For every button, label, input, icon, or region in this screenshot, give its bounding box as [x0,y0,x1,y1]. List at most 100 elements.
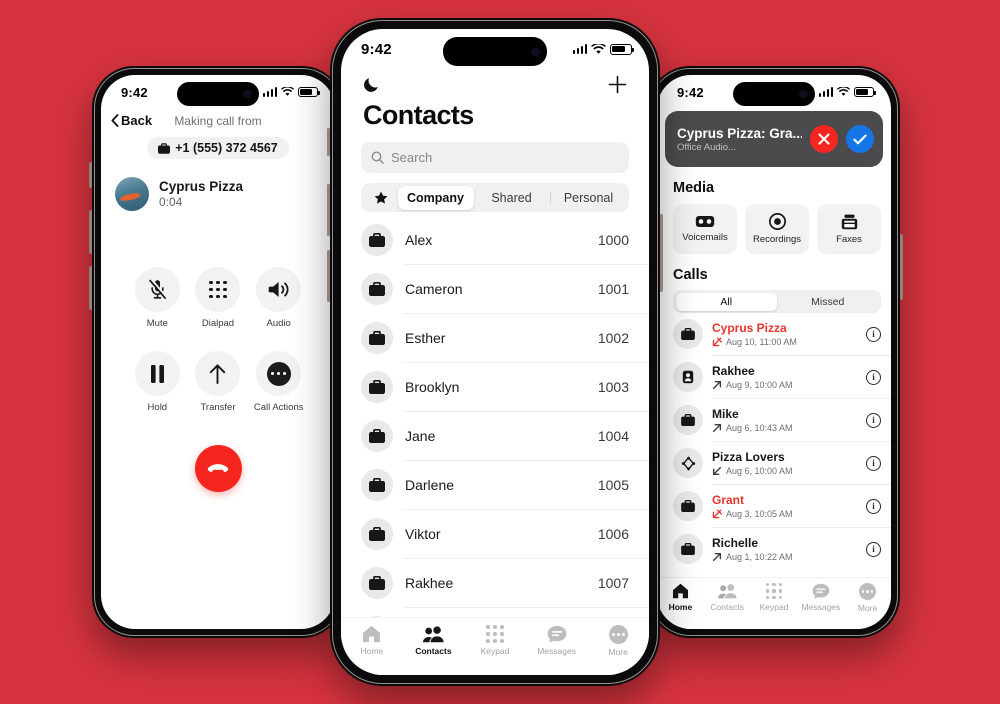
volume-up-button[interactable] [89,210,92,254]
caller-id-pill[interactable]: +1 (555) 372 4567 [147,137,289,159]
tab-more[interactable]: More [587,625,649,657]
faxes-button[interactable]: Faxes [817,204,881,254]
contact-list-item[interactable]: Cameron 1001 [341,265,649,313]
calls-list: Cyprus Pizza Aug 10, 11:00 AM i Rakhee A… [665,313,891,570]
info-icon[interactable]: i [866,498,881,514]
info-icon[interactable]: i [866,455,881,471]
tab-contacts[interactable]: Contacts [403,625,465,656]
tab-messages[interactable]: Messages [797,583,844,612]
tab-shared[interactable]: Shared [474,186,550,210]
volume-up-button[interactable] [327,184,330,236]
messages-icon [812,583,830,599]
active-call-contact[interactable]: Cyprus Pizza 0:04 [101,159,335,211]
home-icon [363,625,381,643]
volume-down-button[interactable] [327,250,330,302]
avatar [361,420,393,452]
cellular-bars-icon [818,87,833,97]
tab-messages[interactable]: Messages [526,625,588,656]
hold-button[interactable]: Hold [127,351,188,413]
avatar [673,362,703,392]
back-button[interactable]: Back [111,113,152,128]
avatar [673,319,703,349]
call-log-row[interactable]: Cyprus Pizza Aug 10, 11:00 AM i [665,313,891,355]
avatar [673,405,703,435]
plus-icon[interactable] [608,75,627,94]
mute-switch[interactable] [327,128,330,156]
status-time: 9:42 [361,40,392,58]
avatar [361,273,393,305]
status-bar: 9:42 [341,29,649,69]
contact-list-item[interactable]: Rakhee 1007 [341,559,649,607]
dialpad-button[interactable]: Dialpad [188,267,249,329]
call-log-row[interactable]: Pizza Lovers Aug 6, 10:00 AM i [665,442,891,484]
call-actions-button[interactable]: Call Actions [248,351,309,413]
call-log-row[interactable]: Richelle Aug 1, 10:22 AM i [665,528,891,570]
call-log-row[interactable]: Grant Aug 3, 10:05 AM i [665,485,891,527]
call-log-text: Cyprus Pizza Aug 10, 11:00 AM [712,321,857,347]
tab-home[interactable]: Home [657,583,704,612]
contact-list-item[interactable]: Brooklyn 1003 [341,363,649,411]
power-button[interactable] [660,214,663,292]
messages-icon [547,625,566,643]
end-call-button[interactable] [194,445,242,492]
tab-keypad[interactable]: Keypad [464,625,526,656]
contact-list-item[interactable]: Viktor 1006 [341,510,649,558]
contacts-list: Alex 1000 Cameron 1001 Esther 1002 Brook… [341,216,649,656]
recordings-button[interactable]: Recordings [745,204,809,254]
moon-dnd-icon[interactable] [363,76,380,93]
end-call-handset-icon [207,464,229,473]
tab-more[interactable]: More [844,583,891,613]
call-log-row[interactable]: Mike Aug 6, 10:43 AM i [665,399,891,441]
incoming-call-subtitle: Office Audio... [677,141,736,153]
contact-extension: 1005 [597,477,629,493]
info-icon[interactable]: i [866,412,881,428]
calls-filter-all[interactable]: All [675,292,777,311]
briefcase-icon [369,576,385,590]
tab-keypad[interactable]: Keypad [751,583,798,612]
incoming-call-banner[interactable]: Cyprus Pizza: Gra... Office Audio... [665,111,883,167]
transfer-button-circle [195,351,241,396]
contact-extension: 1002 [597,330,629,346]
right-phone-device: 9:42 Cyprus Pizza: Gra... Office Audio..… [648,66,903,638]
call-log-meta: Aug 9, 10:00 AM [712,380,857,390]
mute-button[interactable]: Mute [127,267,188,329]
contact-list-item[interactable]: Esther 1002 [341,314,649,362]
contact-list-item[interactable]: Jane 1004 [341,412,649,460]
avatar [361,224,393,256]
voicemail-icon [695,215,715,228]
ellipsis-icon [266,361,291,386]
mute-switch[interactable] [89,162,92,188]
audio-button[interactable]: Audio [248,267,309,329]
outgoing-call-arrow-icon [712,553,722,562]
call-log-name: Cyprus Pizza [712,320,787,335]
more-icon [608,625,628,644]
volume-down-button[interactable] [89,266,92,310]
group-node-icon [681,455,695,471]
front-camera-icon [243,89,252,99]
contact-extension: 1007 [597,575,629,591]
tab-personal[interactable]: Personal [551,186,627,210]
status-time: 9:42 [677,84,704,100]
info-icon[interactable]: i [866,326,881,342]
contact-list-item[interactable]: Darlene 1005 [341,461,649,509]
info-icon[interactable]: i [866,541,881,557]
tab-more-label: More [608,647,628,657]
calls-filter-missed[interactable]: Missed [777,293,879,311]
accept-call-button[interactable] [846,125,874,153]
power-button[interactable] [900,234,903,300]
status-indicators [262,87,320,97]
search-input[interactable]: Search [361,142,629,173]
voicemails-button[interactable]: Voicemails [673,204,737,254]
status-time: 9:42 [121,84,148,100]
audio-label: Audio [266,318,291,329]
call-log-row[interactable]: Rakhee Aug 9, 10:00 AM i [665,356,891,398]
favorites-button[interactable] [364,191,398,204]
tab-home[interactable]: Home [341,625,403,656]
contact-list-item[interactable]: Alex 1000 [341,216,649,264]
info-icon[interactable]: i [866,369,881,385]
decline-call-button[interactable] [810,125,838,153]
tab-contacts[interactable]: Contacts [704,583,751,612]
transfer-button[interactable]: Transfer [188,351,249,413]
dynamic-island [177,82,259,106]
tab-company[interactable]: Company [397,185,474,210]
